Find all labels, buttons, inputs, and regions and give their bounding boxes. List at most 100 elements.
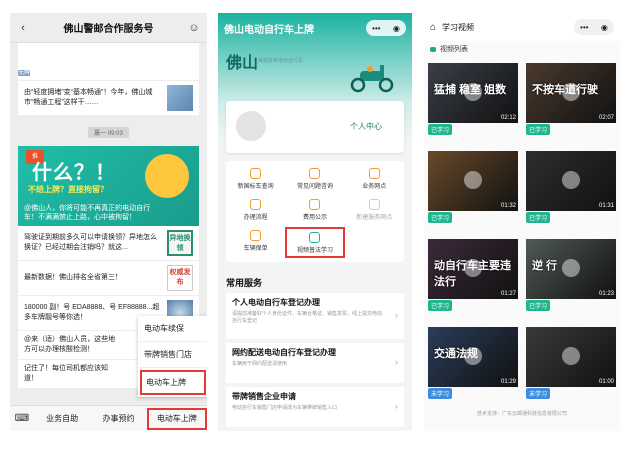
grid-item-fees[interactable]: 费用公示 xyxy=(285,196,344,227)
service-personal[interactable]: 个人电动自行车登记办理 请提前准备好个人身份证件、车辆合格证、销售发票，线上提交… xyxy=(226,293,404,339)
grid-item-new-standard[interactable]: 新国标车查询 xyxy=(226,165,285,196)
city-logo: 佛山 xyxy=(226,55,259,72)
video-duration: 01:23 xyxy=(598,291,614,297)
nav-ebike-registration[interactable]: 电动车上牌 xyxy=(146,407,207,430)
thumbnail: 权威发布 xyxy=(167,265,193,291)
document-icon xyxy=(250,199,262,210)
play-icon[interactable] xyxy=(464,83,482,101)
menu-item-stores[interactable]: 带牌销售门店 xyxy=(138,342,207,368)
nav-self-service[interactable]: 业务自助 xyxy=(34,413,90,424)
city-slogan: 美丽富有电动自行车 xyxy=(258,58,304,64)
thumbnail xyxy=(167,85,193,111)
video-card[interactable]: 猛捕 稳室 姐数 02:12 已学习 xyxy=(428,63,518,151)
video-caption: 逆 行 xyxy=(532,260,558,272)
video-grid: 猛捕 稳室 姐数 02:12 已学习 不按车道行驶 02:07 已学习 01:32 已学习 01… xyxy=(428,63,616,415)
menu-item-insurance[interactable]: 电动车续保 xyxy=(138,316,207,342)
message-card[interactable]: 驾驶证到期前多久可以申请换领？异地怎么换证？已经过期会注销吗？就这... 异地换… xyxy=(18,226,199,261)
scooter-icon xyxy=(350,65,394,93)
grid-item-process[interactable]: 办理流程 xyxy=(226,196,285,227)
service-delivery[interactable]: 网约配送电动自行车登记办理 车辆用于网约配送请使用 › xyxy=(226,343,404,383)
play-icon[interactable] xyxy=(562,347,580,365)
popup-menu: 电动车续保 带牌销售门店 电动车上牌 xyxy=(138,316,207,397)
service-dealer[interactable]: 带牌销售企业申请 电动自行车销售门店申请成为车辆带牌销售入口 › xyxy=(226,387,404,427)
chat-icon xyxy=(309,168,321,179)
section-header: 视频列表 xyxy=(424,41,620,57)
keyboard-icon[interactable]: ⌨ xyxy=(10,413,34,424)
message-text: 由“轻度拥堵”变“基本畅通”！今年，佛山城市“畅通工程”这样干…… xyxy=(24,89,153,106)
video-duration: 01:31 xyxy=(598,203,614,209)
user-card[interactable]: 个人中心 xyxy=(226,101,404,153)
message-card[interactable]: 由“轻度拥堵”变“基本畅通”！今年，佛山城市“畅通工程”这样干…… xyxy=(18,81,199,116)
user-icon[interactable]: ☺ xyxy=(187,22,201,34)
location-icon xyxy=(368,168,380,179)
footer-credit: 技术支持：广东云邮通科技信息有限公司 xyxy=(476,411,567,417)
grid-item-policy[interactable]: 车辆保单 xyxy=(226,227,285,258)
nav-appointment[interactable]: 办事预约 xyxy=(90,413,146,424)
message-text: @来（适）佛山人员，这些地方可以办理核酸检测！ xyxy=(24,336,116,353)
video-duration: 01:29 xyxy=(500,379,516,385)
screen-official-account: ‹ 佛山警邮合作服务号 ☺ 无牌 由“轻度拥堵”变“基本畅通”！今年，佛山城市“… xyxy=(10,13,207,431)
video-icon xyxy=(430,46,436,52)
store-icon xyxy=(368,199,380,210)
play-icon[interactable] xyxy=(464,347,482,365)
video-card[interactable]: 01:32 已学习 xyxy=(428,151,518,239)
play-icon[interactable] xyxy=(562,259,580,277)
video-thumbnail: 01:32 xyxy=(428,151,518,211)
video-card[interactable]: 交通法规 01:29 未学习 xyxy=(428,327,518,415)
back-icon[interactable]: ‹ xyxy=(16,22,30,34)
page-title: 佛山电动自行车上牌 xyxy=(224,24,314,36)
message-card[interactable]: 无牌 xyxy=(18,43,199,81)
bottom-menu-bar: ⌨ 业务自助 办事预约 电动车上牌 xyxy=(10,405,207,431)
chevron-right-icon: › xyxy=(395,401,398,411)
function-grid: 新国标车查询 常见问题咨询 业务网点 办理流程 费用公示 新建服务网点 车辆保单… xyxy=(226,161,404,262)
screen-mini-program: 佛山电动自行车上牌 ••• ◉ 佛山 美丽富有电动自行车 个人中心 新国标车查询 … xyxy=(218,13,412,431)
home-icon[interactable]: ⌂ xyxy=(430,22,436,33)
play-icon[interactable] xyxy=(464,171,482,189)
emoji-illustration xyxy=(145,154,189,198)
video-card[interactable]: 不按车道行驶 02:07 已学习 xyxy=(526,63,616,151)
video-duration: 02:12 xyxy=(500,115,516,121)
video-thumbnail: 动自行车主要违法行 01:27 xyxy=(428,239,518,299)
close-circle-icon: ◉ xyxy=(600,22,608,32)
grid-item-outlets[interactable]: 业务网点 xyxy=(345,165,404,196)
video-thumbnail: 逆 行 01:23 xyxy=(526,239,616,299)
learning-status-badge: 已学习 xyxy=(428,212,453,223)
grid-item-new-outlet[interactable]: 新建服务网点 xyxy=(345,196,404,227)
chevron-right-icon: › xyxy=(395,310,398,320)
video-card[interactable]: 01:31 已学习 xyxy=(526,151,616,239)
section-title: 常用服务 xyxy=(226,278,263,288)
video-card[interactable]: 动自行车主要违法行 01:27 已学习 xyxy=(428,239,518,327)
video-thumbnail: 交通法规 01:29 xyxy=(428,327,518,387)
header: ‹ 佛山警邮合作服务号 ☺ xyxy=(10,13,207,43)
learning-status-badge: 已学习 xyxy=(428,300,453,311)
timestamp: 晨一 09:03 xyxy=(10,122,207,140)
capsule-menu[interactable]: ••• ◉ xyxy=(366,20,406,36)
learning-status-badge: 未学习 xyxy=(526,388,551,399)
grid-item-video-learning[interactable]: 视频普法学习 xyxy=(285,227,345,258)
play-icon[interactable] xyxy=(562,171,580,189)
learning-status-badge: 已学习 xyxy=(526,124,551,135)
menu-item-registration[interactable]: 电动车上牌 xyxy=(140,370,206,395)
video-card[interactable]: 逆 行 01:23 已学习 xyxy=(526,239,616,327)
thumbnail: 异地换领 xyxy=(167,230,193,256)
capsule-menu[interactable]: ••• ◉ xyxy=(574,19,614,35)
video-thumbnail: 01:00 xyxy=(526,327,616,387)
user-center-link[interactable]: 个人中心 xyxy=(350,121,382,132)
grid-item-faq[interactable]: 常见问题咨询 xyxy=(285,165,344,196)
video-duration: 02:07 xyxy=(598,115,614,121)
page-title: 学习视频 xyxy=(442,22,475,32)
message-text: 驾驶证到期前多久可以申请换领？异地怎么换证？已经过期会注销吗？就这... xyxy=(24,234,157,251)
video-thumbnail: 不按车道行驶 02:07 xyxy=(526,63,616,123)
more-icon: ••• xyxy=(372,23,381,33)
video-duration: 01:27 xyxy=(500,291,516,297)
learning-status-badge: 未学习 xyxy=(428,388,453,399)
play-icon[interactable] xyxy=(464,259,482,277)
receipt-icon xyxy=(309,199,321,210)
video-thumbnail: 01:31 xyxy=(526,151,616,211)
banner-article[interactable]: 推 什么？！ 不结上牌？直接拘留？ @佛山人，你将可能不再真正的电动自行车！不满… xyxy=(18,146,199,226)
play-icon[interactable] xyxy=(562,83,580,101)
message-text: 记住了！每位司机都应该知道！ xyxy=(24,365,108,382)
video-card[interactable]: 01:00 未学习 xyxy=(526,327,616,415)
message-card[interactable]: 最新数据！佛山排名全省第三！ 权威发布 xyxy=(18,261,199,296)
video-duration: 01:32 xyxy=(500,203,516,209)
